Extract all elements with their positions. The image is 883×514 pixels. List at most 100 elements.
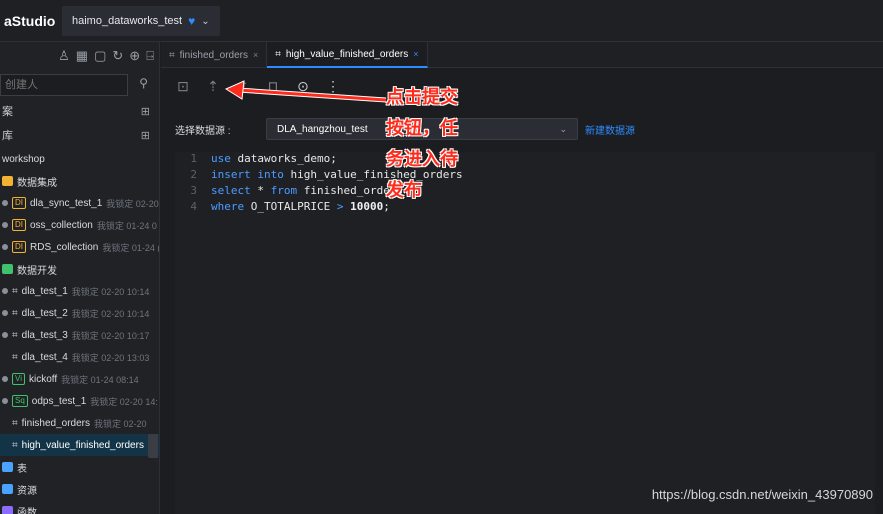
tree-node[interactable]: ⌗ dla_test_2 我锁定 02-20 10:14 — [0, 302, 159, 324]
status-dot — [2, 200, 8, 206]
new-datasource-link[interactable]: 新建数据源 — [585, 122, 635, 137]
workflow-icon: ⌗ — [12, 417, 18, 429]
workflow-icon: ⌗ — [12, 439, 18, 451]
node-label: dla_test_3 — [21, 329, 68, 341]
tree-folder[interactable]: 表 — [0, 456, 159, 478]
datasource-value: DLA_hangzhou_test — [277, 123, 368, 135]
line-number: 4 — [190, 200, 197, 213]
heart-icon: ♥ — [188, 14, 196, 28]
node-label: kickoff — [28, 373, 58, 385]
grid-icon[interactable]: ⊞ — [141, 105, 150, 118]
workflow-icon: ⌗ — [169, 49, 175, 61]
node-meta: 我锁定 02-20 — [94, 418, 147, 429]
status-dot — [2, 310, 8, 316]
tree-folder[interactable]: 函数 — [0, 500, 159, 514]
tree-folder[interactable]: 数据开发 — [0, 258, 159, 280]
tree-node[interactable]: DI dla_sync_test_1 我锁定 02-20 — [0, 192, 159, 214]
file-tree: workshop 数据集成 DI dla_sync_test_1 我锁定 02-20 DI… — [0, 148, 159, 514]
watermark: https://blog.csdn.net/weixin_43970890 — [651, 487, 873, 502]
filter-icon[interactable]: ⚲ — [139, 76, 148, 90]
node-label: 数据集成 — [17, 177, 57, 189]
node-meta: 我锁定 02-20 10:14 — [71, 286, 150, 297]
app-brand: aStudio — [4, 13, 56, 29]
close-icon[interactable]: × — [253, 50, 258, 60]
node-label: finished_orders — [21, 417, 91, 429]
node-label: RDS_collection — [30, 241, 99, 253]
line-number: 3 — [190, 184, 197, 197]
user-icon[interactable]: ♙ — [58, 48, 70, 64]
annotation-line: 发布 — [386, 180, 422, 201]
line-number: 1 — [190, 152, 197, 165]
tree-node[interactable]: DI oss_collection 我锁定 01-24 0 — [0, 214, 159, 236]
sidebar-toolbar: ♙ ▦ ▢ ↻ ⊕ ⍈ — [0, 42, 159, 70]
node-type-icon: DI — [12, 241, 26, 253]
tree-node[interactable]: ⌗ dla_test_4 我锁定 02-20 13:03 — [0, 346, 159, 368]
editor-tab[interactable]: ⌗ high_value_finished_orders × — [267, 42, 428, 68]
node-label: oss_collection — [30, 219, 93, 231]
file-icon[interactable]: ▢ — [94, 48, 106, 64]
tree-node[interactable]: Sq odps_test_1 我锁定 02-20 14: — [0, 390, 159, 412]
editor-tab[interactable]: ⌗ finished_orders × — [161, 42, 268, 68]
workflow-icon: ⌗ — [12, 329, 18, 341]
run-icon[interactable]: ⊙ — [295, 78, 311, 94]
workflow-icon: ⌗ — [12, 351, 18, 363]
folder-icon — [2, 462, 13, 472]
tree-node[interactable]: ⌗ dla_test_1 我锁定 02-20 10:14 — [0, 280, 159, 302]
status-dot — [2, 244, 8, 250]
code-token: dataworks_demo; — [237, 152, 337, 165]
close-icon[interactable]: × — [413, 49, 418, 59]
section-solutions[interactable]: 案 ⊞ — [0, 100, 159, 122]
save-icon[interactable]: ⊡ — [175, 78, 191, 94]
search-input[interactable] — [0, 74, 128, 96]
code-token: O_TOTALPRICE — [250, 200, 337, 213]
section-label: 案 — [2, 106, 13, 118]
calendar-icon[interactable]: ▦ — [76, 48, 88, 64]
refresh-icon[interactable]: ↻ — [112, 48, 123, 64]
code-editor[interactable]: 1 use dataworks_demo; 2 insert into high_va… — [175, 152, 875, 514]
import-icon[interactable]: ⍈ — [146, 48, 154, 64]
status-dot — [2, 222, 8, 228]
tree-node[interactable]: Vi kickoff 我锁定 01-24 08:14 — [0, 368, 159, 390]
datasource-label: 选择数据源 : — [175, 125, 231, 137]
code-line[interactable]: 1 use dataworks_demo; — [175, 152, 875, 168]
annotation-line: 按钮，任 — [386, 118, 458, 139]
tree-root[interactable]: workshop — [0, 148, 159, 170]
node-meta: 我锁定 01-24 0 — [96, 220, 157, 231]
node-label: dla_sync_test_1 — [30, 197, 103, 209]
locate-icon[interactable]: ⊕ — [129, 48, 140, 64]
code-token: * — [257, 184, 271, 197]
tree-node[interactable]: ⌗ dla_test_3 我锁定 02-20 10:17 — [0, 324, 159, 346]
sidebar: ♙ ▦ ▢ ↻ ⊕ ⍈ ⚲ 案 ⊞ 库 ⊞ workshop 数据集成 DI dla_… — [0, 42, 160, 514]
node-label: dla_test_4 — [21, 351, 68, 363]
section-workflows[interactable]: 库 ⊞ — [0, 124, 159, 146]
node-meta: 我锁定 01-24 08:14 — [61, 374, 139, 385]
submit-icon[interactable]: ⇡ — [205, 78, 221, 94]
tree-folder[interactable]: 资源 — [0, 478, 159, 500]
tree-node[interactable]: DI RDS_collection 我锁定 01-24 ( — [0, 236, 159, 258]
node-type-icon: Vi — [12, 373, 25, 385]
tab-label: high_value_finished_orders — [285, 48, 409, 60]
more-icon[interactable]: ⋮ — [325, 78, 341, 94]
workspace-selector[interactable]: haimo_dataworks_test ♥ ⌄ — [62, 6, 220, 36]
section-label: 库 — [2, 130, 13, 142]
node-label: dla_test_1 — [21, 285, 68, 297]
node-label: 表 — [17, 463, 27, 475]
tree-node[interactable]: ⌗ high_value_finished_orders — [0, 434, 159, 456]
grid-icon[interactable]: ⊞ — [141, 129, 150, 142]
code-line[interactable]: 2 insert into high_value_finished_orders — [175, 168, 875, 184]
tree-node[interactable]: ⌗ finished_orders 我锁定 02-20 — [0, 412, 159, 434]
code-token: 10000 — [350, 200, 384, 213]
status-dot — [2, 398, 8, 404]
code-line[interactable]: 3 select * from finished_orders — [175, 184, 875, 200]
node-type-icon: DI — [12, 197, 26, 209]
annotation-text: 点击提交 按钮，任 务进入待 发布 — [386, 82, 486, 206]
editor-toolbar: ⊡ ⇡ ⇪ ⊓ ⊙ ⋮ — [161, 68, 883, 104]
collapse-handle[interactable] — [148, 434, 158, 458]
upload-icon[interactable]: ⇪ — [235, 78, 251, 94]
workflow-icon: ⌗ — [12, 307, 18, 319]
line-number: 2 — [190, 168, 197, 181]
lock-icon[interactable]: ⊓ — [265, 78, 281, 94]
tree-folder[interactable]: 数据集成 — [0, 170, 159, 192]
node-type-icon: Sq — [12, 395, 28, 407]
code-line[interactable]: 4 where O_TOTALPRICE > 10000; — [175, 200, 875, 216]
